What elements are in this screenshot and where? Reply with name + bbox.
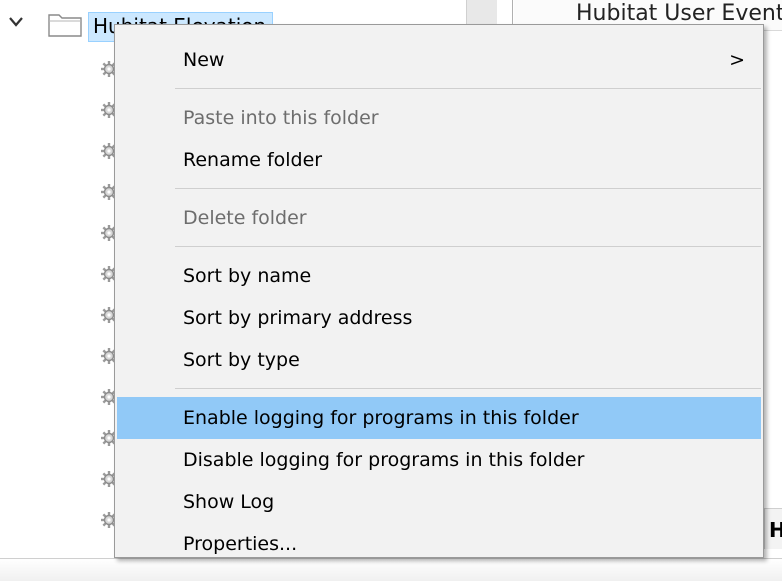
folder-icon	[48, 14, 82, 37]
menu-item-label: Sort by type	[183, 349, 300, 371]
menu-item-label: New	[183, 49, 225, 71]
menu-item-sort-by-name[interactable]: Sort by name	[117, 255, 761, 297]
menu-item-rename-folder[interactable]: Rename folder	[117, 139, 761, 181]
menu-separator	[175, 88, 761, 89]
right-pane-fragment: H	[764, 508, 782, 549]
menu-separator	[175, 188, 761, 189]
menu-item-show-log[interactable]: Show Log	[117, 481, 761, 523]
menu-item-properties[interactable]: Properties...	[117, 523, 761, 565]
menu-item-label: Paste into this folder	[183, 107, 379, 129]
menu-item-disable-logging-for-programs-in-this-folder[interactable]: Disable logging for programs in this fol…	[117, 439, 761, 481]
menu-item-label: Disable logging for programs in this fol…	[183, 449, 585, 471]
menu-item-label: Show Log	[183, 491, 275, 513]
menu-item-label: Properties...	[183, 533, 298, 555]
submenu-arrow-icon: >	[729, 49, 745, 71]
menu-item-delete-folder: Delete folder	[117, 197, 761, 239]
chevron-down-icon[interactable]	[6, 12, 26, 32]
menu-separator	[175, 246, 761, 247]
menu-item-label: Rename folder	[183, 149, 323, 171]
menu-item-new[interactable]: New >	[117, 39, 761, 81]
menu-item-enable-logging-for-programs-in-this-folder[interactable]: Enable logging for programs in this fold…	[117, 397, 761, 439]
menu-item-sort-by-type[interactable]: Sort by type	[117, 339, 761, 381]
menu-item-label: Delete folder	[183, 207, 307, 229]
menu-item-sort-by-primary-address[interactable]: Sort by primary address	[117, 297, 761, 339]
menu-item-label: Sort by name	[183, 265, 312, 287]
menu-item-label: Sort by primary address	[183, 307, 413, 329]
right-pane-header-text: Hubitat User Event n	[576, 1, 782, 26]
menu-separator	[175, 388, 761, 389]
menu-item-paste-into-this-folder: Paste into this folder	[117, 97, 761, 139]
right-pane-fragment-text: H	[769, 519, 782, 541]
menu-item-label: Enable logging for programs in this fold…	[183, 407, 579, 429]
context-menu: New > Paste into this folder Rename folder D…	[114, 24, 764, 558]
